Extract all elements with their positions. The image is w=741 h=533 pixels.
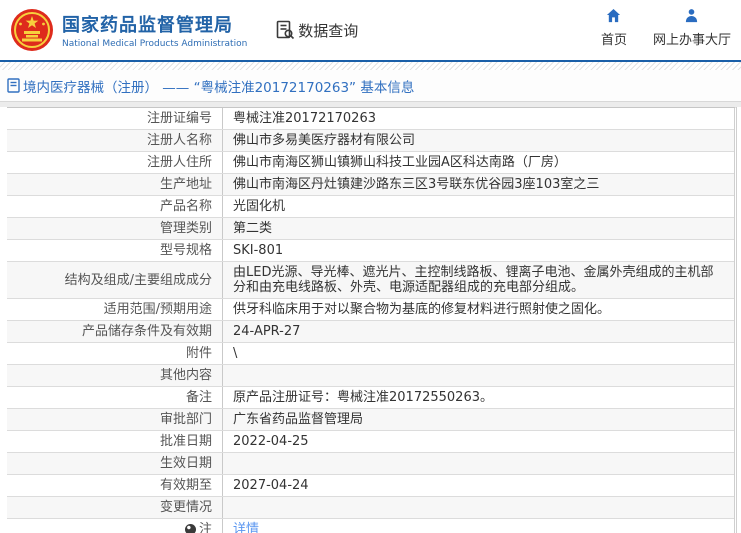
table-row: 注册证编号 粤械注准20172170263 bbox=[7, 108, 734, 130]
row-value: 2022-04-25 bbox=[222, 431, 734, 452]
nav-home-label: 首页 bbox=[601, 29, 627, 48]
table-row: 产品储存条件及有效期 24-APR-27 bbox=[7, 321, 734, 343]
agency-name-cn: 国家药品监督管理局 bbox=[62, 11, 247, 37]
row-label: 生效日期 bbox=[7, 453, 222, 474]
row-label: 批准日期 bbox=[7, 431, 222, 452]
row-value: 24-APR-27 bbox=[222, 321, 734, 342]
row-value: 佛山市南海区狮山镇狮山科技工业园A区科达南路（厂房） bbox=[222, 152, 734, 173]
table-row: 注册人住所 佛山市南海区狮山镇狮山科技工业园A区科达南路（厂房） bbox=[7, 152, 734, 174]
row-value bbox=[222, 365, 734, 386]
table-row: 注 详情 bbox=[7, 519, 734, 533]
row-label: 产品储存条件及有效期 bbox=[7, 321, 222, 342]
note-icon bbox=[185, 524, 196, 533]
row-label: 型号规格 bbox=[7, 240, 222, 261]
row-label: 备注 bbox=[7, 387, 222, 408]
row-label: 产品名称 bbox=[7, 196, 222, 217]
national-emblem-icon bbox=[10, 8, 54, 52]
table-row: 型号规格 SKI-801 bbox=[7, 240, 734, 262]
row-value: 光固化机 bbox=[222, 196, 734, 217]
row-value: 详情 bbox=[222, 519, 734, 533]
agency-name-en: National Medical Products Administration bbox=[62, 39, 247, 49]
row-value: SKI-801 bbox=[222, 240, 734, 261]
table-row: 变更情况 bbox=[7, 497, 734, 519]
info-table: 注册证编号 粤械注准20172170263 注册人名称 佛山市多易美医疗器材有限… bbox=[7, 107, 737, 533]
table-row: 生效日期 bbox=[7, 453, 734, 475]
row-value: 粤械注准20172170263 bbox=[222, 108, 734, 129]
table-row: 审批部门 广东省药品监督管理局 bbox=[7, 409, 734, 431]
document-search-icon bbox=[275, 20, 295, 40]
table-row: 其他内容 bbox=[7, 365, 734, 387]
nav-service-hall-label: 网上办事大厅 bbox=[653, 29, 731, 48]
row-value bbox=[222, 497, 734, 518]
detail-link[interactable]: 详情 bbox=[233, 522, 259, 533]
table-row: 批准日期 2022-04-25 bbox=[7, 431, 734, 453]
row-value: 由LED光源、导光棒、遮光片、主控制线路板、锂离子电池、金属外壳组成的主机部分和… bbox=[222, 262, 734, 298]
nav-service-hall[interactable]: 网上办事大厅 bbox=[653, 8, 731, 48]
row-label: 有效期至 bbox=[7, 475, 222, 496]
row-label: 结构及组成/主要组成成分 bbox=[7, 262, 222, 298]
breadcrumb: 境内医疗器械（注册） —— “粤械注准20172170263” 基本信息 bbox=[0, 70, 741, 102]
table-row: 适用范围/预期用途 供牙科临床用于对以聚合物为基底的修复材料进行照射使之固化。 bbox=[7, 299, 734, 321]
row-label: 其他内容 bbox=[7, 365, 222, 386]
row-value: 广东省药品监督管理局 bbox=[222, 409, 734, 430]
row-label: 注册证编号 bbox=[7, 108, 222, 129]
stripe-band bbox=[0, 62, 741, 70]
row-value: 供牙科临床用于对以聚合物为基底的修复材料进行照射使之固化。 bbox=[222, 299, 734, 320]
row-value bbox=[222, 453, 734, 474]
table-row: 附件 \ bbox=[7, 343, 734, 365]
document-icon bbox=[7, 78, 20, 93]
agency-logo: 国家药品监督管理局 National Medical Products Admi… bbox=[10, 8, 247, 52]
page-header: 国家药品监督管理局 National Medical Products Admi… bbox=[0, 0, 741, 60]
table-row: 有效期至 2027-04-24 bbox=[7, 475, 734, 497]
row-value: 佛山市多易美医疗器材有限公司 bbox=[222, 130, 734, 151]
data-query-nav[interactable]: 数据查询 bbox=[275, 20, 358, 41]
row-label: 审批部门 bbox=[7, 409, 222, 430]
row-label: 变更情况 bbox=[7, 497, 222, 518]
person-icon bbox=[684, 8, 699, 23]
row-value: 2027-04-24 bbox=[222, 475, 734, 496]
page-title: 境内医疗器械（注册） —— “粤械注准20172170263” 基本信息 bbox=[23, 76, 414, 96]
row-label: 注册人住所 bbox=[7, 152, 222, 173]
table-row: 管理类别 第二类 bbox=[7, 218, 734, 240]
row-label: 注册人名称 bbox=[7, 130, 222, 151]
row-label: 生产地址 bbox=[7, 174, 222, 195]
table-row: 生产地址 佛山市南海区丹灶镇建沙路东三区3号联东优谷园3座103室之三 bbox=[7, 174, 734, 196]
row-label: 注 bbox=[7, 519, 222, 533]
row-label: 管理类别 bbox=[7, 218, 222, 239]
table-row: 备注 原产品注册证号：粤械注准20172550263。 bbox=[7, 387, 734, 409]
row-value: 第二类 bbox=[222, 218, 734, 239]
home-icon bbox=[606, 8, 621, 23]
data-query-label: 数据查询 bbox=[298, 20, 358, 41]
nav-home[interactable]: 首页 bbox=[601, 8, 627, 48]
row-value: \ bbox=[222, 343, 734, 364]
table-row: 注册人名称 佛山市多易美医疗器材有限公司 bbox=[7, 130, 734, 152]
row-value: 原产品注册证号：粤械注准20172550263。 bbox=[222, 387, 734, 408]
row-value: 佛山市南海区丹灶镇建沙路东三区3号联东优谷园3座103室之三 bbox=[222, 174, 734, 195]
row-label: 附件 bbox=[7, 343, 222, 364]
row-label: 适用范围/预期用途 bbox=[7, 299, 222, 320]
table-row: 产品名称 光固化机 bbox=[7, 196, 734, 218]
table-row: 结构及组成/主要组成成分 由LED光源、导光棒、遮光片、主控制线路板、锂离子电池… bbox=[7, 262, 734, 299]
